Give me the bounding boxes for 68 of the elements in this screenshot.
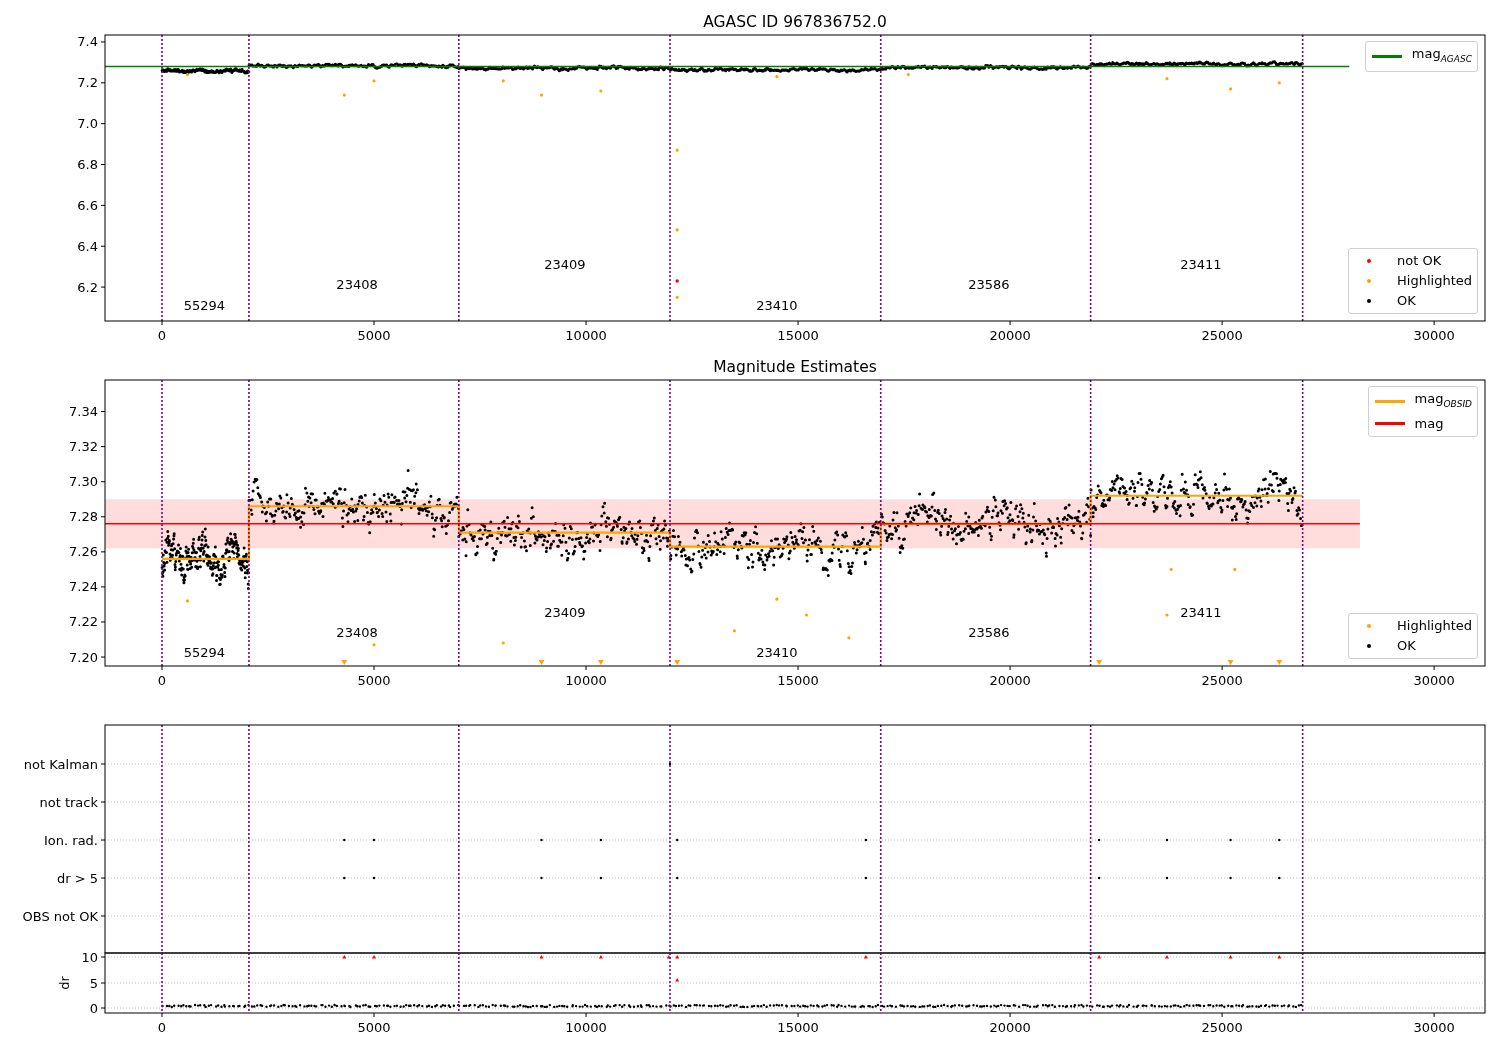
y-tick-label: 7.28 <box>69 509 98 525</box>
obsid-label: 23411 <box>1180 604 1222 620</box>
x-tick-label: 20000 <box>989 673 1031 688</box>
y-tick-label: 5 <box>89 975 98 991</box>
x-tick-label: 10000 <box>565 328 607 343</box>
x-tick-label: 15000 <box>777 328 819 343</box>
obsid-label: 55294 <box>183 645 226 661</box>
y-axis-label: dr <box>57 976 72 990</box>
legend-label: OK <box>1397 637 1416 655</box>
x-tick-label: 20000 <box>989 1020 1031 1035</box>
legend-label: Highlighted <box>1397 617 1472 635</box>
legend-label: OK <box>1397 292 1416 310</box>
x-tick-label: 5000 <box>357 1020 391 1035</box>
y-tick-label: 7.32 <box>69 439 98 455</box>
y-tick-label: 7.20 <box>69 649 98 665</box>
legend-label: mag$_{OBSID}$ <box>1414 390 1472 411</box>
x-tick-label: 25000 <box>1201 328 1243 343</box>
y-tick-label: 6.6 <box>77 197 98 213</box>
obsid-label: 23408 <box>336 624 378 640</box>
legend-label: mag <box>1414 414 1444 433</box>
legend-label: Highlighted <box>1397 272 1472 290</box>
y-tick-label: Ion. rad. <box>44 832 98 848</box>
x-tick-label: 5000 <box>357 673 391 688</box>
x-tick-label: 0 <box>157 1020 167 1035</box>
y-tick-label: 7.24 <box>69 579 98 595</box>
y-tick-label: OBS not OK <box>22 908 98 924</box>
legend-label: mag$_{AGASC}$ <box>1411 45 1472 66</box>
y-tick-label: not Kalman <box>23 756 98 772</box>
y-tick-label: 7.2 <box>77 75 98 91</box>
y-tick-label: 6.4 <box>77 238 98 254</box>
y-tick-label: 7.22 <box>69 614 98 630</box>
y-tick-label: 7.26 <box>69 544 98 560</box>
x-tick-label: 25000 <box>1201 673 1243 688</box>
y-tick-label: 7.4 <box>77 34 98 50</box>
y-tick-label: 6.2 <box>77 279 98 295</box>
y-tick-label: not track <box>39 794 98 810</box>
x-tick-label: 15000 <box>777 673 819 688</box>
obsid-label: 23409 <box>544 256 586 272</box>
obsid-label: 23586 <box>968 277 1010 293</box>
y-tick-label: 10 <box>81 949 98 965</box>
x-tick-label: 5000 <box>357 328 391 343</box>
y-tick-label: dr > 5 <box>56 870 98 886</box>
x-tick-label: 30000 <box>1413 1020 1455 1035</box>
chart-title: AGASC ID 967836752.0 <box>703 13 887 31</box>
obsid-label: 55294 <box>183 297 226 313</box>
legend-label: not OK <box>1397 252 1442 270</box>
y-tick-label: 7.30 <box>69 474 98 490</box>
x-tick-label: 10000 <box>565 673 607 688</box>
y-tick-label: 7.34 <box>69 404 98 420</box>
y-tick-label: 6.8 <box>77 157 98 172</box>
y-tick-label: 7.0 <box>77 116 98 132</box>
x-tick-label: 20000 <box>989 328 1031 343</box>
x-tick-label: 0 <box>157 673 167 688</box>
x-tick-label: 30000 <box>1413 328 1455 343</box>
obsid-label: 23408 <box>336 277 378 293</box>
x-tick-label: 15000 <box>777 1020 819 1035</box>
obsid-label: 23411 <box>1180 256 1222 272</box>
x-tick-label: 25000 <box>1201 1020 1243 1035</box>
y-tick-label: 0 <box>89 1000 98 1016</box>
obsid-label: 23410 <box>756 645 798 661</box>
x-tick-label: 10000 <box>565 1020 607 1035</box>
obsid-label: 23409 <box>544 604 586 620</box>
obsid-label: 23410 <box>756 297 798 313</box>
obsid-label: 23586 <box>968 624 1010 640</box>
x-tick-label: 0 <box>157 328 167 343</box>
chart-title: Magnitude Estimates <box>713 358 877 376</box>
rejected-point <box>675 279 679 283</box>
x-tick-label: 30000 <box>1413 673 1455 688</box>
